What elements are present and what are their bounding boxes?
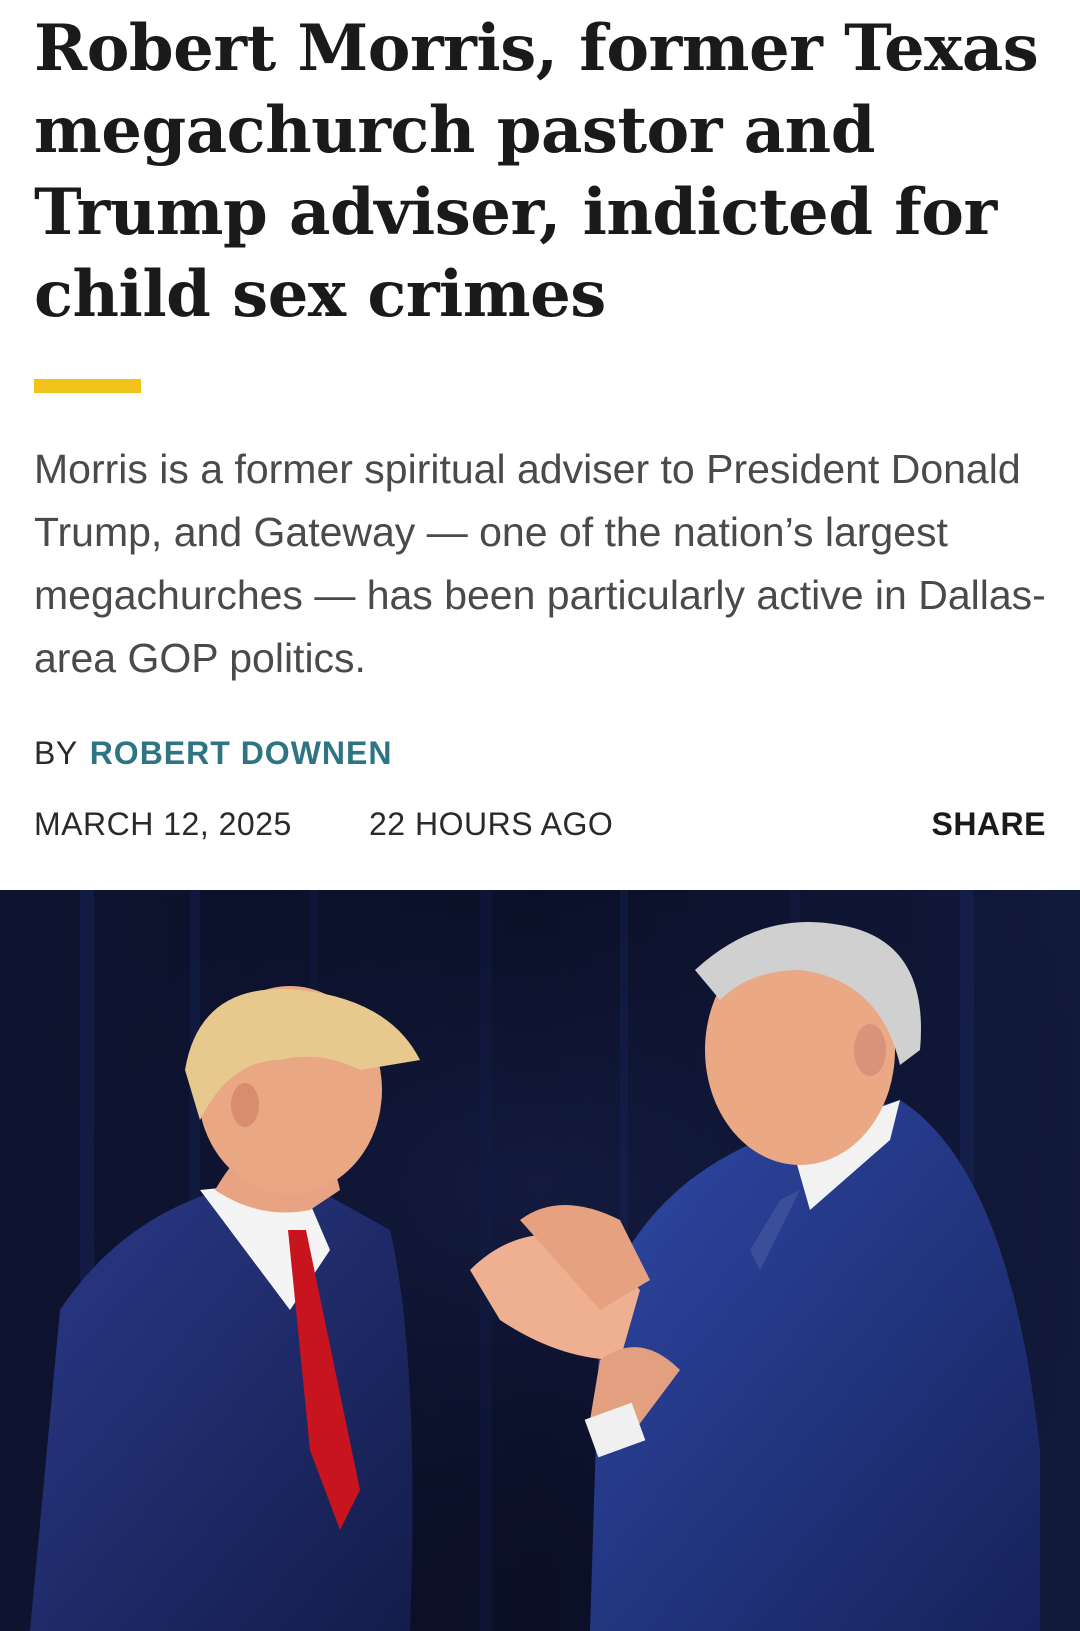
headline: Robert Morris, former Texas megachurch p…: [34, 11, 1039, 332]
publish-date: MARCH 12, 2025: [34, 806, 292, 842]
article-header: Robert Morris, former Texas megachurch p…: [0, 0, 1080, 890]
relative-time: 22 HOURS AGO: [369, 806, 614, 842]
byline-prefix: BY: [34, 735, 78, 771]
article-dek: Morris is a former spiritual adviser to …: [34, 446, 1046, 681]
lead-photo-illustration: [0, 890, 1080, 1631]
accent-bar: [34, 379, 141, 393]
article-meta: MARCH 12, 2025 22 HOURS AGO SHARE: [34, 804, 1046, 844]
author-link[interactable]: ROBERT DOWNEN: [90, 735, 393, 771]
share-button[interactable]: SHARE: [931, 804, 1046, 844]
lead-photo: [0, 890, 1080, 1631]
byline: BY ROBERT DOWNEN: [34, 733, 392, 773]
